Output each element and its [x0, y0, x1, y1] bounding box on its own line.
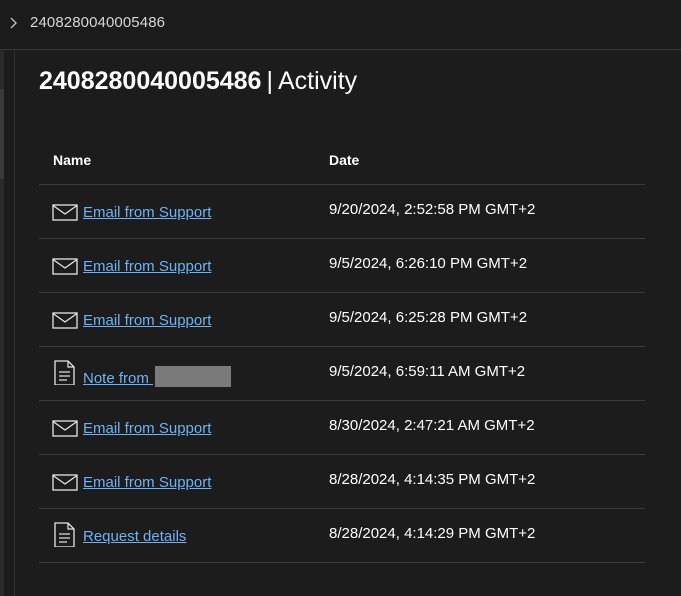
- activity-link-label: Note from: [83, 370, 149, 387]
- activity-link-label: Email from Support: [83, 204, 212, 221]
- mail-icon: [51, 308, 79, 332]
- title-separator: |: [266, 67, 273, 95]
- mail-icon: [51, 200, 79, 224]
- column-header-date: Date: [329, 152, 360, 168]
- table-row: Email from Support 8/28/2024, 4:14:35 PM …: [39, 455, 645, 509]
- activity-link-label: Email from Support: [83, 474, 212, 491]
- section-title: Activity: [277, 67, 358, 95]
- activity-date: 9/5/2024, 6:26:10 PM GMT+2: [329, 255, 528, 272]
- document-icon: [51, 360, 79, 386]
- table-row: Email from Support 9/5/2024, 6:25:28 PM G…: [39, 293, 645, 347]
- activity-link-label: Email from Support: [83, 258, 212, 275]
- activity-link[interactable]: Email from Support: [83, 312, 211, 329]
- table-row: Email from Support 9/5/2024, 6:26:10 PM G…: [39, 239, 645, 293]
- case-id: 2408280040005486: [39, 67, 262, 95]
- activity-table: Name Date Email from Support 9/20/2024, 2…: [39, 138, 645, 563]
- mail-icon: [51, 254, 79, 278]
- mail-icon: [51, 416, 79, 440]
- mail-icon: [51, 470, 79, 494]
- left-rail: [0, 51, 4, 596]
- table-header: Name Date: [39, 138, 645, 185]
- activity-link[interactable]: Email from Support: [83, 474, 211, 491]
- activity-link-label: Email from Support: [83, 312, 212, 329]
- activity-link-label: Request details: [83, 528, 187, 545]
- breadcrumb[interactable]: 2408280040005486: [30, 14, 165, 31]
- table-row: Note from 9/5/2024, 6:59:11 AM GMT+2: [39, 347, 645, 401]
- activity-date: 8/30/2024, 2:47:21 AM GMT+2: [329, 417, 535, 434]
- activity-link[interactable]: Email from Support: [83, 204, 211, 221]
- activity-date: 9/5/2024, 6:25:28 PM GMT+2: [329, 309, 528, 326]
- top-bar: 2408280040005486: [0, 0, 681, 50]
- activity-link[interactable]: Email from Support: [83, 258, 211, 275]
- activity-link-label: Email from Support: [83, 420, 212, 437]
- activity-link[interactable]: Email from Support: [83, 420, 211, 437]
- document-icon: [51, 522, 79, 548]
- activity-link[interactable]: Note from: [83, 366, 232, 387]
- activity-date: 8/28/2024, 4:14:35 PM GMT+2: [329, 471, 536, 488]
- table-body: Email from Support 9/20/2024, 2:52:58 PM …: [39, 185, 645, 563]
- table-row: Request details 8/28/2024, 4:14:29 PM GMT…: [39, 509, 645, 563]
- table-row: Email from Support 8/30/2024, 2:47:21 AM …: [39, 401, 645, 455]
- activity-date: 9/20/2024, 2:52:58 PM GMT+2: [329, 201, 536, 218]
- activity-date: 8/28/2024, 4:14:29 PM GMT+2: [329, 525, 536, 542]
- redacted-name: [155, 366, 232, 387]
- page-title: 2408280040005486 | Activity: [39, 67, 357, 96]
- column-header-name: Name: [53, 152, 92, 168]
- activity-link[interactable]: Request details: [83, 528, 186, 545]
- chevron-right-icon[interactable]: [8, 15, 20, 31]
- vertical-divider: [14, 51, 15, 596]
- table-row: Email from Support 9/20/2024, 2:52:58 PM …: [39, 185, 645, 239]
- activity-date: 9/5/2024, 6:59:11 AM GMT+2: [329, 363, 526, 380]
